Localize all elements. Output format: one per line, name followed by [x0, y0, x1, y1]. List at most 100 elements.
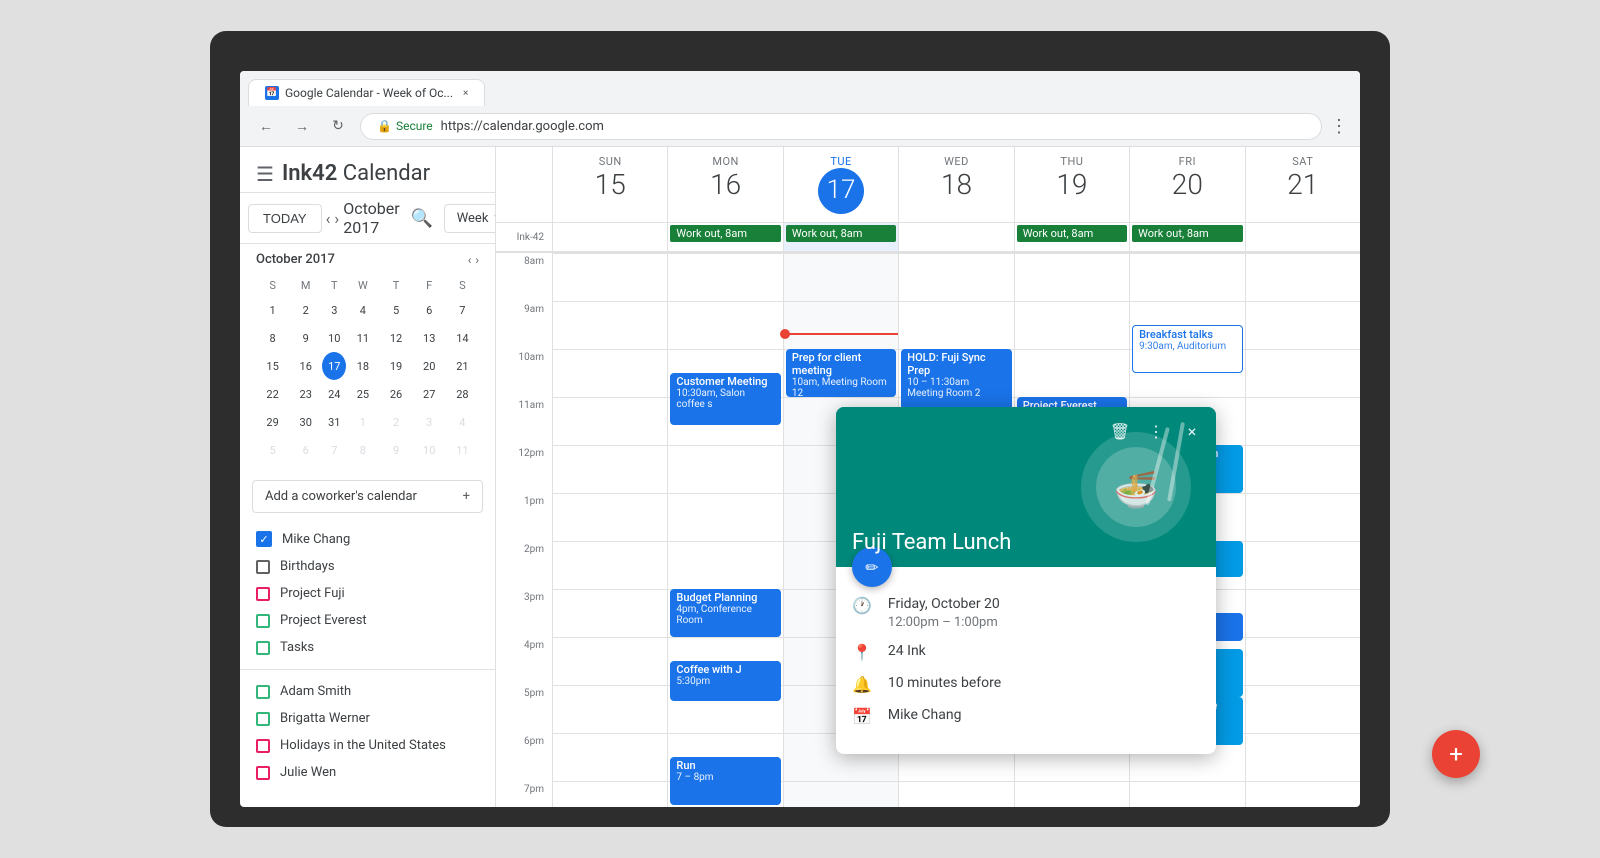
mini-cal-day-28[interactable]: 28: [446, 380, 479, 408]
event-customer-meeting[interactable]: Customer Meeting 10:30am, Salon coffee s: [670, 373, 780, 425]
mini-cal-day-23[interactable]: 23: [289, 380, 322, 408]
project-everest-checkbox[interactable]: [256, 614, 270, 628]
mini-cal-day-22[interactable]: 22: [256, 380, 289, 408]
mini-cal-day-27[interactable]: 27: [413, 380, 446, 408]
mini-cal-day-16[interactable]: 16: [289, 352, 322, 380]
mini-cal-day-nov6[interactable]: 6: [289, 436, 322, 464]
day-name-sun: Sun: [557, 155, 663, 168]
mini-cal-day-29[interactable]: 29: [256, 408, 289, 436]
allday-event-workout-mon[interactable]: Work out, 8am: [670, 225, 780, 242]
event-run-mon[interactable]: Run 7 – 8pm: [670, 757, 780, 805]
back-btn[interactable]: ←: [252, 112, 280, 140]
tasks-checkbox[interactable]: [256, 641, 270, 655]
mini-cal-day-21[interactable]: 21: [446, 352, 479, 380]
mini-cal-day-nov8[interactable]: 8: [346, 436, 379, 464]
holidays-us-checkbox[interactable]: [256, 739, 270, 753]
laptop-frame: 📅 Google Calendar - Week of Oc... × ← → …: [210, 31, 1390, 827]
mini-cal-day-19[interactable]: 19: [379, 352, 412, 380]
calendar-julie-wen[interactable]: Julie Wen: [240, 759, 495, 786]
calendar-adam-smith[interactable]: Adam Smith: [240, 678, 495, 705]
mini-cal-day-30[interactable]: 30: [289, 408, 322, 436]
mini-cal-day-9[interactable]: 9: [289, 324, 322, 352]
mini-cal-day-31[interactable]: 31: [322, 408, 346, 436]
allday-event-workout-fri[interactable]: Work out, 8am: [1132, 225, 1242, 242]
day-col-sat[interactable]: [1245, 253, 1360, 807]
calendar-holidays-us[interactable]: Holidays in the United States: [240, 732, 495, 759]
mini-cal-day-nov1[interactable]: 1: [346, 408, 379, 436]
event-prep-client[interactable]: Prep for client meeting 10am, Meeting Ro…: [786, 349, 896, 397]
brigatta-werner-checkbox[interactable]: [256, 712, 270, 726]
mini-cal-day-5[interactable]: 5: [379, 296, 412, 324]
mini-cal-day-11[interactable]: 11: [346, 324, 379, 352]
mini-cal-day-15[interactable]: 15: [256, 352, 289, 380]
search-btn[interactable]: 🔍: [404, 200, 440, 236]
mini-cal-day-nov7[interactable]: 7: [322, 436, 346, 464]
mini-cal-day-nov2[interactable]: 2: [379, 408, 412, 436]
browser-tab[interactable]: 📅 Google Calendar - Week of Oc... ×: [248, 79, 485, 106]
birthdays-checkbox[interactable]: [256, 560, 270, 574]
address-bar[interactable]: 🔒 Secure https://calendar.google.com: [360, 113, 1322, 140]
tab-close-btn[interactable]: ×: [463, 88, 468, 99]
hour-19-wed: [899, 781, 1013, 807]
popup-close-btn[interactable]: ×: [1176, 415, 1208, 447]
day-col-mon[interactable]: Customer Meeting 10:30am, Salon coffee s…: [667, 253, 782, 807]
allday-event-workout-thu[interactable]: Work out, 8am: [1017, 225, 1127, 242]
calendar-mike-chang[interactable]: ✓ Mike Chang: [240, 525, 495, 553]
mini-cal-day-nov4[interactable]: 4: [446, 408, 479, 436]
event-breakfast-talks[interactable]: Breakfast talks 9:30am, Auditorium: [1132, 325, 1242, 373]
popup-delete-btn[interactable]: 🗑: [1104, 415, 1136, 447]
calendar-tasks[interactable]: Tasks: [240, 634, 495, 661]
mini-cal-day-2[interactable]: 2: [289, 296, 322, 324]
mini-cal-day-12[interactable]: 12: [379, 324, 412, 352]
today-btn[interactable]: TODAY: [248, 204, 322, 233]
hour-13-sun: [553, 493, 667, 541]
allday-event-workout-tue[interactable]: Work out, 8am: [786, 225, 896, 242]
day-name-mon: Mon: [672, 155, 778, 168]
mini-cal-day-14[interactable]: 14: [446, 324, 479, 352]
hamburger-icon[interactable]: ☰: [256, 162, 274, 186]
mini-cal-day-7[interactable]: 7: [446, 296, 479, 324]
mini-cal-day-nov3[interactable]: 3: [413, 408, 446, 436]
calendar-birthdays[interactable]: Birthdays: [240, 553, 495, 580]
mini-cal-day-25[interactable]: 25: [346, 380, 379, 408]
mini-cal-day-10[interactable]: 10: [322, 324, 346, 352]
mini-cal-day-t1: T: [322, 275, 346, 296]
adam-smith-checkbox[interactable]: [256, 685, 270, 699]
calendar-project-fuji[interactable]: Project Fuji: [240, 580, 495, 607]
mini-cal-day-3[interactable]: 3: [322, 296, 346, 324]
mini-cal-next[interactable]: ›: [475, 253, 479, 267]
mini-cal-day-17-today[interactable]: 17: [322, 352, 346, 380]
calendar-brigatta-werner[interactable]: Brigatta Werner: [240, 705, 495, 732]
mini-cal-day-nov9[interactable]: 9: [379, 436, 412, 464]
mini-cal-day-20[interactable]: 20: [413, 352, 446, 380]
mini-cal-day-nov10[interactable]: 10: [413, 436, 446, 464]
prev-week-btn[interactable]: ‹: [326, 202, 331, 234]
event-budget-planning[interactable]: Budget Planning 4pm, Conference Room: [670, 589, 780, 637]
julie-wen-checkbox[interactable]: [256, 766, 270, 780]
mini-cal-day-6[interactable]: 6: [413, 296, 446, 324]
mini-cal-day-24[interactable]: 24: [322, 380, 346, 408]
calendar-project-everest[interactable]: Project Everest: [240, 607, 495, 634]
event-coffee-with-j[interactable]: Coffee with J 5:30pm: [670, 661, 780, 701]
mini-cal-day-1[interactable]: 1: [256, 296, 289, 324]
time-2pm: 2pm: [496, 541, 552, 589]
mini-cal-day-4[interactable]: 4: [346, 296, 379, 324]
mini-cal-day-8[interactable]: 8: [256, 324, 289, 352]
mini-cal-day-26[interactable]: 26: [379, 380, 412, 408]
mini-cal-day-nov11[interactable]: 11: [446, 436, 479, 464]
mini-cal-prev[interactable]: ‹: [468, 253, 472, 267]
popup-more-btn[interactable]: ⋮: [1140, 415, 1172, 447]
day-col-sun[interactable]: [552, 253, 667, 807]
add-coworker-btn[interactable]: Add a coworker's calendar +: [252, 480, 483, 513]
holidays-us-label: Holidays in the United States: [280, 738, 446, 753]
mini-cal-day-nov5[interactable]: 5: [256, 436, 289, 464]
project-fuji-checkbox[interactable]: [256, 587, 270, 601]
mini-cal-day-13[interactable]: 13: [413, 324, 446, 352]
view-selector[interactable]: Week▾: [444, 204, 496, 233]
browser-menu-btn[interactable]: ⋮: [1330, 116, 1348, 137]
mini-cal-day-18[interactable]: 18: [346, 352, 379, 380]
next-week-btn[interactable]: ›: [334, 202, 339, 234]
refresh-btn[interactable]: ↻: [324, 112, 352, 140]
mike-chang-checkbox[interactable]: ✓: [256, 531, 272, 547]
forward-btn[interactable]: →: [288, 112, 316, 140]
